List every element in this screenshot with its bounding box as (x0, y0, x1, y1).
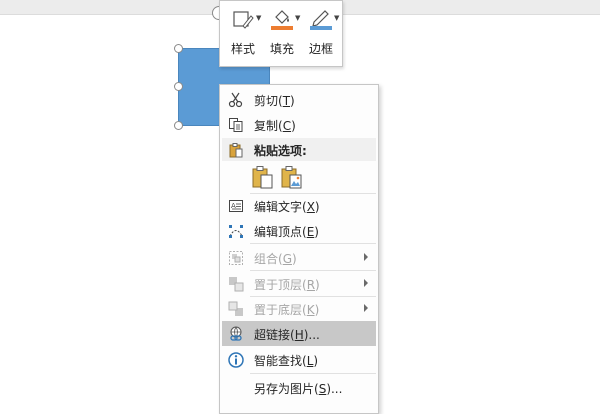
menu-item-edit-points[interactable]: 编辑顶点(E) (222, 218, 376, 243)
border-button[interactable]: ▼ 边框 (302, 4, 340, 60)
chevron-down-icon: ▼ (295, 14, 301, 22)
resize-handle-bottom-left[interactable] (174, 121, 183, 130)
bring-to-front-icon (229, 277, 244, 292)
menu-item-copy[interactable]: 复制(C) (222, 112, 376, 137)
chevron-down-icon: ▼ (334, 14, 340, 22)
shape-style-icon (233, 11, 254, 29)
paste-as-picture-icon[interactable] (281, 165, 303, 189)
menu-label: 置于顶层(R) (254, 278, 320, 292)
menu-item-send-to-back[interactable]: 置于底层(K) (222, 296, 376, 321)
menu-label: 编辑顶点(E) (254, 225, 319, 239)
info-icon (228, 352, 244, 368)
copy-icon (229, 118, 243, 132)
text-box-icon: A (229, 200, 243, 212)
paste-keep-source-icon[interactable] (252, 165, 274, 189)
menu-item-save-as-picture[interactable]: 另存为图片(S)... (222, 375, 376, 400)
submenu-arrow-icon (364, 304, 368, 312)
edit-points-icon (229, 225, 243, 238)
mini-toolbar: ▼ 样式 ▼ 填充 ▼ 边框 (219, 0, 343, 67)
fill-button[interactable]: ▼ 填充 (263, 4, 301, 60)
menu-separator (250, 373, 376, 374)
menu-separator (250, 243, 376, 244)
submenu-arrow-icon (364, 253, 368, 261)
menu-item-smart-lookup[interactable]: 智能查找(L) (222, 347, 376, 372)
style-label: 样式 (230, 42, 255, 56)
resize-handle-top-left[interactable] (174, 44, 183, 53)
paste-options-label: 粘贴选项: (254, 144, 307, 158)
menu-label: 复制(C) (254, 119, 296, 133)
menu-item-cut[interactable]: 剪切(T) (222, 87, 376, 112)
resize-handle-middle-left[interactable] (174, 82, 183, 91)
hyperlink-icon (230, 326, 242, 341)
border-label: 边框 (308, 42, 333, 56)
clipboard-icon (229, 143, 243, 158)
submenu-arrow-icon (364, 279, 368, 287)
menu-label: 超链接(H)... (254, 328, 320, 342)
pen-outline-icon (310, 10, 332, 30)
group-icon (229, 251, 243, 265)
menu-label: 智能查找(L) (254, 354, 319, 368)
fill-label: 填充 (269, 42, 294, 56)
menu-item-group[interactable]: 组合(G) (222, 245, 376, 270)
menu-label: 置于底层(K) (254, 303, 320, 317)
context-menu: 剪切(T) 复制(C) 粘贴选项: A 编辑文字(X) 编辑顶点(E) 组合(G… (219, 84, 379, 414)
menu-item-edit-text[interactable]: A 编辑文字(X) (222, 193, 376, 218)
menu-label: 组合(G) (254, 252, 297, 266)
menu-label: 另存为图片(S)... (254, 382, 343, 396)
chevron-down-icon: ▼ (256, 14, 262, 22)
menu-item-bring-to-front[interactable]: 置于顶层(R) (222, 271, 376, 296)
menu-label: 剪切(T) (254, 94, 295, 108)
menu-item-hyperlink[interactable]: 超链接(H)... (222, 321, 376, 346)
paint-bucket-icon (271, 10, 293, 30)
paste-options-header: 粘贴选项: (222, 138, 376, 161)
send-to-back-icon (228, 301, 243, 316)
menu-label: 编辑文字(X) (254, 200, 320, 214)
scissors-icon (228, 92, 243, 108)
style-button[interactable]: ▼ 样式 (224, 4, 262, 60)
